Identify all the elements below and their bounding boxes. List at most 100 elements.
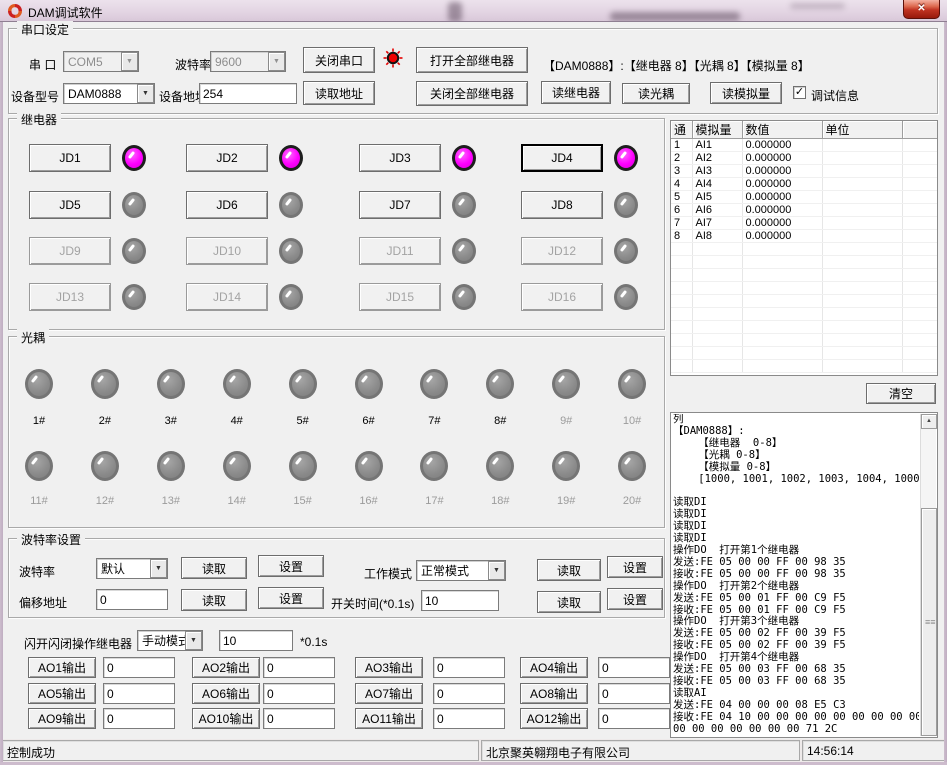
- log-line: 【模拟量 0-8】: [673, 462, 919, 474]
- table-row[interactable]: 8AI80.000000: [671, 230, 938, 243]
- ao-button-11[interactable]: AO11输出: [355, 708, 423, 729]
- relay-button-jd6[interactable]: JD6: [186, 191, 268, 219]
- ao-button-4[interactable]: AO4输出: [520, 657, 588, 678]
- opto-light-17: [420, 451, 448, 481]
- ao-button-2[interactable]: AO2输出: [192, 657, 260, 678]
- ao-button-9[interactable]: AO9输出: [28, 708, 96, 729]
- ao-input-3[interactable]: [433, 657, 505, 678]
- ao-button-10[interactable]: AO10输出: [192, 708, 260, 729]
- table-row[interactable]: 4AI40.000000: [671, 178, 938, 191]
- relay-grid: JD1 JD2 JD3 JD4 JD5 JD6 JD7 JD8 JD9 JD10 JD11 JD12 J…: [9, 119, 664, 329]
- table-row[interactable]: 3AI30.000000: [671, 165, 938, 178]
- table-row[interactable]: 5AI50.000000: [671, 191, 938, 204]
- offset-addr-input[interactable]: [96, 589, 168, 610]
- relay-light-jd1: [122, 145, 146, 171]
- ao-input-5[interactable]: [103, 683, 175, 704]
- ao-input-7[interactable]: [433, 683, 505, 704]
- relay-button-jd11[interactable]: JD11: [359, 237, 441, 265]
- scrollbar-thumb[interactable]: ≡≡: [921, 508, 937, 736]
- table-row[interactable]: 1AI10.000000: [671, 139, 938, 152]
- ao-input-6[interactable]: [263, 683, 335, 704]
- opto-label-16: 16#: [352, 495, 386, 507]
- ao-button-3[interactable]: AO3输出: [355, 657, 423, 678]
- flash-time-input[interactable]: [219, 630, 293, 651]
- opto-light-2: [91, 369, 119, 399]
- baud-select[interactable]: 默认 ▼: [96, 558, 168, 579]
- offset-read-button[interactable]: 读取: [181, 589, 247, 611]
- relay-button-jd8[interactable]: JD8: [521, 191, 603, 219]
- table-row[interactable]: 6AI60.000000: [671, 204, 938, 217]
- relay-button-jd14[interactable]: JD14: [186, 283, 268, 311]
- table-header-0[interactable]: 通: [671, 121, 692, 139]
- relay-button-jd16[interactable]: JD16: [521, 283, 603, 311]
- baud-group-label: 波特率设置: [17, 531, 85, 548]
- table-filler-row: [671, 347, 938, 360]
- baud-set-button[interactable]: 设置: [258, 555, 324, 577]
- ao-input-8[interactable]: [598, 683, 670, 704]
- ao-input-1[interactable]: [103, 657, 175, 678]
- close-port-button[interactable]: 关闭串口: [303, 47, 375, 73]
- close-all-relays-button[interactable]: 关闭全部继电器: [416, 81, 528, 106]
- offset-set-button[interactable]: 设置: [258, 587, 324, 609]
- analog-table: 通模拟量数值单位 1AI10.0000002AI20.0000003AI30.0…: [670, 120, 938, 376]
- ao-button-8[interactable]: AO8输出: [520, 683, 588, 704]
- table-header-4[interactable]: [902, 121, 938, 139]
- device-addr-input[interactable]: [199, 83, 297, 104]
- log-box: 列【DAM0888】: 【继电器 0-8】 【光耦 0-8】 【模拟量 0-8】…: [670, 412, 938, 738]
- relay-button-jd4[interactable]: JD4: [521, 144, 603, 172]
- relay-button-jd9[interactable]: JD9: [29, 237, 111, 265]
- switch-time-read-button[interactable]: 读取: [537, 591, 601, 613]
- relay-button-jd3[interactable]: JD3: [359, 144, 441, 172]
- switch-time-label: 开关时间(*0.1s): [331, 595, 414, 612]
- switch-time-set-button[interactable]: 设置: [607, 588, 663, 610]
- ao-input-9[interactable]: [103, 708, 175, 729]
- close-button[interactable]: ✕: [903, 0, 940, 19]
- ao-input-10[interactable]: [263, 708, 335, 729]
- ao-button-6[interactable]: AO6输出: [192, 683, 260, 704]
- work-mode-read-button[interactable]: 读取: [537, 559, 601, 581]
- relay-button-jd5[interactable]: JD5: [29, 191, 111, 219]
- scroll-up-button[interactable]: ▲: [921, 414, 937, 429]
- baudrate-select[interactable]: 9600 ▼: [210, 51, 286, 72]
- relay-button-jd15[interactable]: JD15: [359, 283, 441, 311]
- switch-time-input[interactable]: [421, 590, 499, 611]
- baudrate-select-value: 9600: [211, 55, 268, 69]
- ao-input-11[interactable]: [433, 708, 505, 729]
- table-header-3[interactable]: 单位: [822, 121, 902, 139]
- ao-button-12[interactable]: AO12输出: [520, 708, 588, 729]
- port-select[interactable]: COM5 ▼: [63, 51, 139, 72]
- table-header-2[interactable]: 数值: [742, 121, 822, 139]
- relay-button-jd1[interactable]: JD1: [29, 144, 111, 172]
- read-opto-button[interactable]: 读光耦: [622, 83, 690, 104]
- read-addr-button[interactable]: 读取地址: [303, 81, 375, 105]
- opto-light-16: [355, 451, 383, 481]
- log-scrollbar[interactable]: ▲ ≡≡: [920, 414, 936, 736]
- read-relay-button[interactable]: 读继电器: [541, 81, 611, 104]
- ao-button-1[interactable]: AO1输出: [28, 657, 96, 678]
- ao-input-12[interactable]: [598, 708, 670, 729]
- relay-button-jd10[interactable]: JD10: [186, 237, 268, 265]
- relay-button-jd12[interactable]: JD12: [521, 237, 603, 265]
- table-header-1[interactable]: 模拟量: [692, 121, 742, 139]
- work-mode-set-button[interactable]: 设置: [607, 556, 663, 578]
- relay-button-jd2[interactable]: JD2: [186, 144, 268, 172]
- ao-input-4[interactable]: [598, 657, 670, 678]
- baud-read-button[interactable]: 读取: [181, 557, 247, 579]
- ao-button-5[interactable]: AO5输出: [28, 683, 96, 704]
- debug-info-checkbox[interactable]: ✓: [793, 86, 806, 99]
- relay-button-jd13[interactable]: JD13: [29, 283, 111, 311]
- log-line: 读取DI: [673, 497, 919, 509]
- table-row[interactable]: 2AI20.000000: [671, 152, 938, 165]
- work-mode-select[interactable]: 正常模式 ▼: [416, 560, 506, 581]
- ao-input-2[interactable]: [263, 657, 335, 678]
- relay-light-jd9: [122, 238, 146, 264]
- read-analog-button[interactable]: 读模拟量: [710, 82, 782, 104]
- relay-button-jd7[interactable]: JD7: [359, 191, 441, 219]
- table-row[interactable]: 7AI70.000000: [671, 217, 938, 230]
- ao-button-7[interactable]: AO7输出: [355, 683, 423, 704]
- clear-log-button[interactable]: 清空: [866, 383, 936, 404]
- baud-select-value: 默认: [97, 560, 150, 577]
- open-all-relays-button[interactable]: 打开全部继电器: [416, 47, 528, 73]
- flash-mode-select[interactable]: 手动模式 ▼: [137, 630, 203, 651]
- model-select[interactable]: DAM0888 ▼: [63, 83, 155, 104]
